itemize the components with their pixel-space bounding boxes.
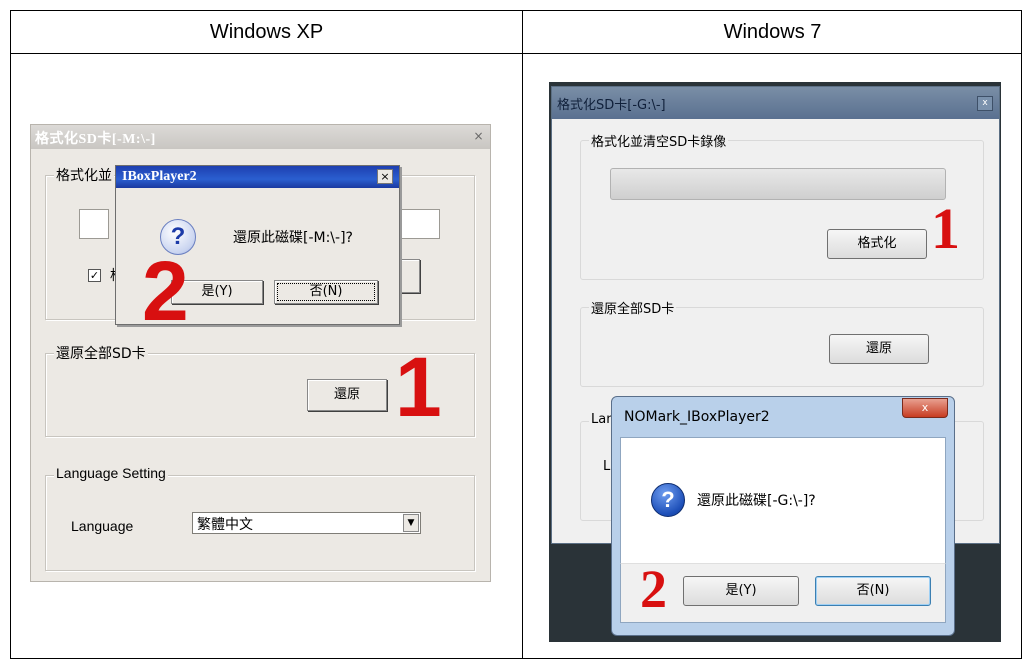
xp-language-group-label: Language Setting (54, 465, 168, 481)
w7-step-1-marker: 1 (931, 196, 960, 261)
w7-format-button[interactable]: 格式化 (827, 229, 927, 259)
xp-step-2-marker: 2 (142, 244, 189, 338)
xp-format-group-label: 格式化並 (54, 165, 114, 185)
w7-step-2-marker: 2 (640, 559, 667, 619)
close-icon[interactable]: x (977, 96, 993, 111)
w7-titlebar: 格式化SD卡[-G:\-] x (552, 87, 999, 119)
xp-window-title: 格式化SD卡[-M:\-] (35, 132, 156, 147)
w7-restore-group: 還原全部SD卡 還原 (580, 298, 984, 387)
close-icon[interactable]: × (377, 169, 393, 184)
w7-progress-bar (610, 168, 946, 200)
close-icon[interactable]: x (902, 398, 948, 418)
header-windows-7: Windows 7 (723, 21, 822, 43)
checkbox-icon[interactable]: ✓ (88, 269, 101, 282)
w7-dialog-footer: 是(Y) 否(N) (620, 563, 946, 623)
xp-language-select[interactable]: 繁體中文 ▼ (192, 512, 421, 534)
header-windows-xp: Windows XP (209, 21, 324, 43)
w7-format-group: 格式化並清空SD卡錄像 格式化 (580, 131, 984, 280)
xp-progress-bar (79, 209, 109, 239)
chevron-down-icon[interactable]: ▼ (403, 514, 419, 532)
xp-no-button[interactable]: 否(N) (274, 280, 378, 304)
column-divider (522, 11, 523, 658)
w7-language-label: L (603, 459, 611, 474)
xp-language-value: 繁體中文 (197, 517, 253, 533)
xp-step-1-marker: 1 (395, 340, 442, 434)
w7-dialog-message: 還原此磁碟[-G:\-]? (697, 493, 816, 509)
w7-window-title: 格式化SD卡[-G:\-] (557, 98, 666, 113)
xp-restore-group-label: 還原全部SD卡 (54, 343, 148, 363)
xp-dialog-title: IBoxPlayer2 (122, 169, 197, 184)
xp-dialog-titlebar: IBoxPlayer2 × (116, 166, 399, 188)
w7-restore-button[interactable]: 還原 (829, 334, 929, 364)
w7-dialog-body: ? 還原此磁碟[-G:\-]? (620, 437, 946, 563)
xp-language-group: Language Setting Language 繁體中文 ▼ (45, 465, 475, 571)
w7-no-button[interactable]: 否(N) (815, 576, 931, 606)
xp-dialog-message: 還原此磁碟[-M:\-]? (233, 230, 353, 246)
w7-restore-group-label: 還原全部SD卡 (589, 298, 677, 317)
close-icon[interactable]: × (471, 129, 486, 144)
xp-restore-button[interactable]: 還原 (307, 379, 387, 411)
xp-titlebar: 格式化SD卡[-M:\-] × (31, 125, 490, 149)
w7-dialog-title: NOMark_IBoxPlayer2 (624, 409, 770, 425)
question-icon: ? (651, 483, 685, 517)
xp-progress-bar-right (396, 209, 440, 239)
w7-yes-button[interactable]: 是(Y) (683, 576, 799, 606)
w7-format-group-label: 格式化並清空SD卡錄像 (589, 131, 729, 150)
xp-language-label: Language (71, 518, 134, 534)
